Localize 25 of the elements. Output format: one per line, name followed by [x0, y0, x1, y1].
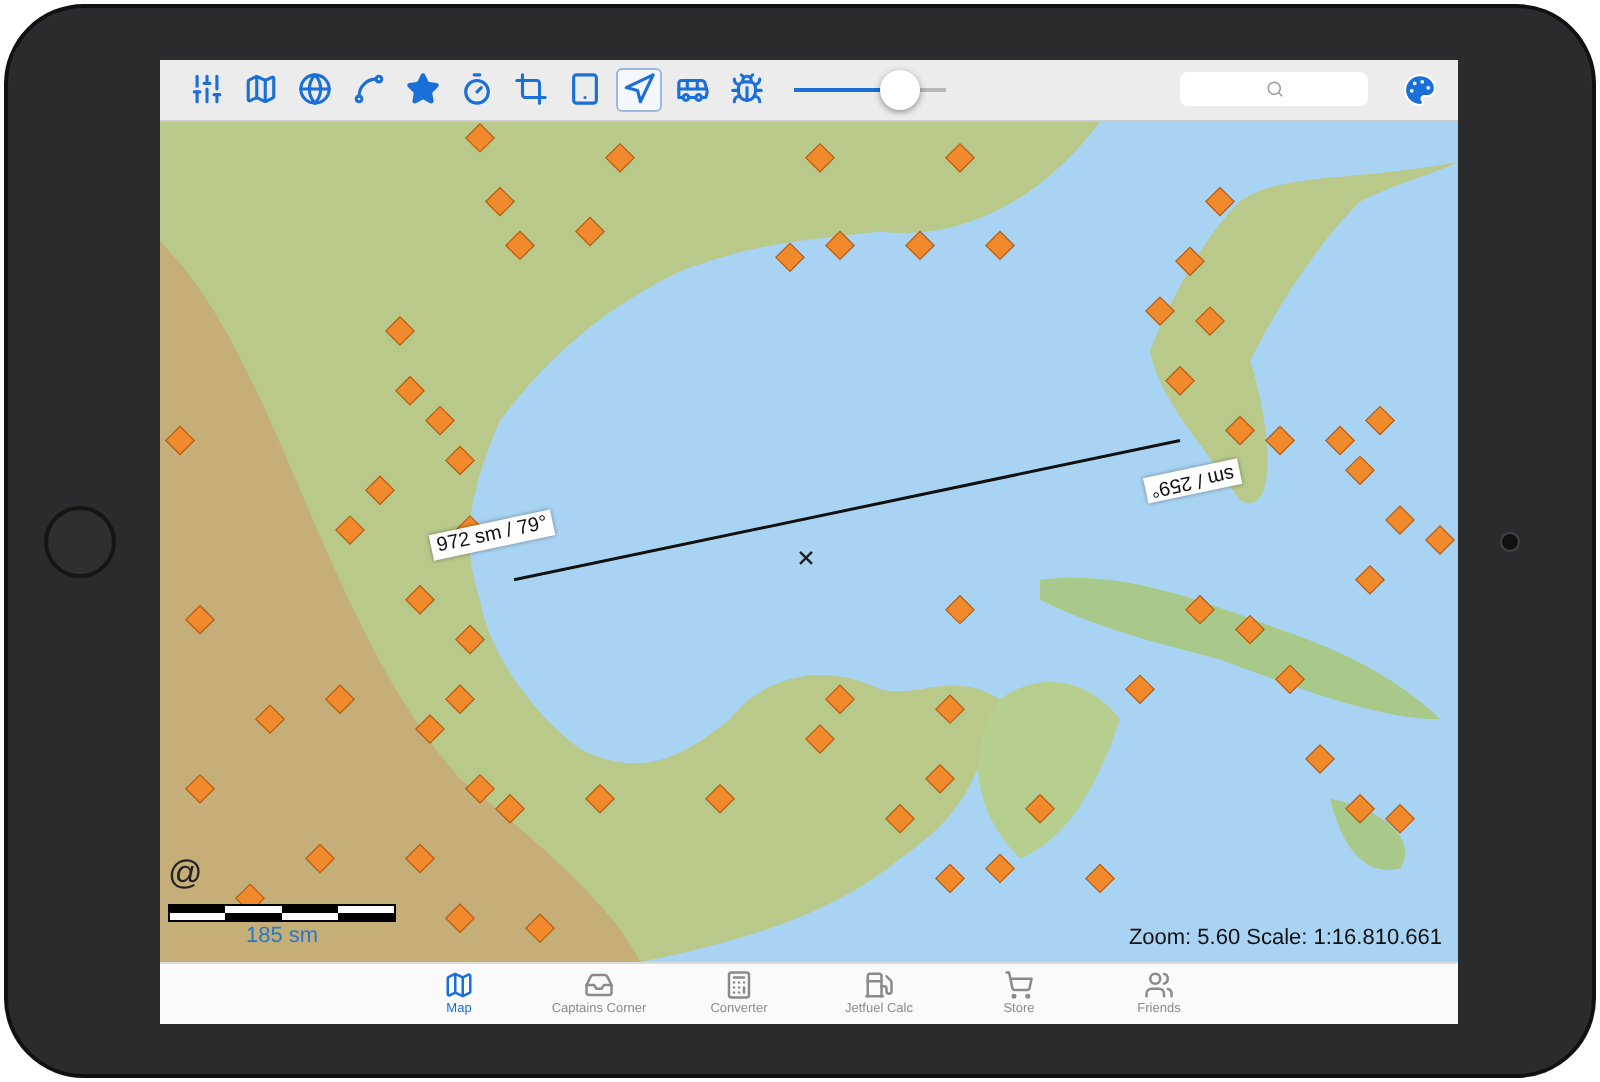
navigation-arrow-icon	[622, 72, 656, 106]
globe-icon	[298, 72, 332, 106]
stopwatch-icon	[460, 72, 494, 106]
crop-icon	[514, 72, 548, 106]
folded-map-icon	[244, 72, 278, 106]
slider-thumb[interactable]	[880, 69, 921, 109]
search-field[interactable]	[1180, 72, 1368, 106]
fuel-pump-icon	[864, 970, 894, 1000]
bug-icon	[730, 72, 764, 106]
palette-icon	[1401, 71, 1437, 107]
people-icon	[1144, 970, 1174, 1000]
x-mark-icon	[798, 549, 814, 565]
zoom-scale-readout: Zoom: 5.60 Scale: 1:16.810.661	[1128, 925, 1442, 949]
sliders-icon	[190, 72, 224, 106]
star-icon	[406, 72, 440, 106]
search-icon	[1265, 80, 1283, 98]
tablet-icon	[568, 72, 602, 106]
calculator-icon	[724, 970, 754, 1000]
inbox-tray-icon	[584, 970, 614, 1000]
scale-label: 185 sm	[243, 923, 321, 947]
folded-map-icon	[444, 970, 474, 1000]
shopping-cart-icon	[1004, 970, 1034, 1000]
camera-lens	[1500, 531, 1520, 551]
attribution-symbol[interactable]: @	[168, 853, 203, 893]
navigation-arrow-button[interactable]	[616, 67, 662, 111]
